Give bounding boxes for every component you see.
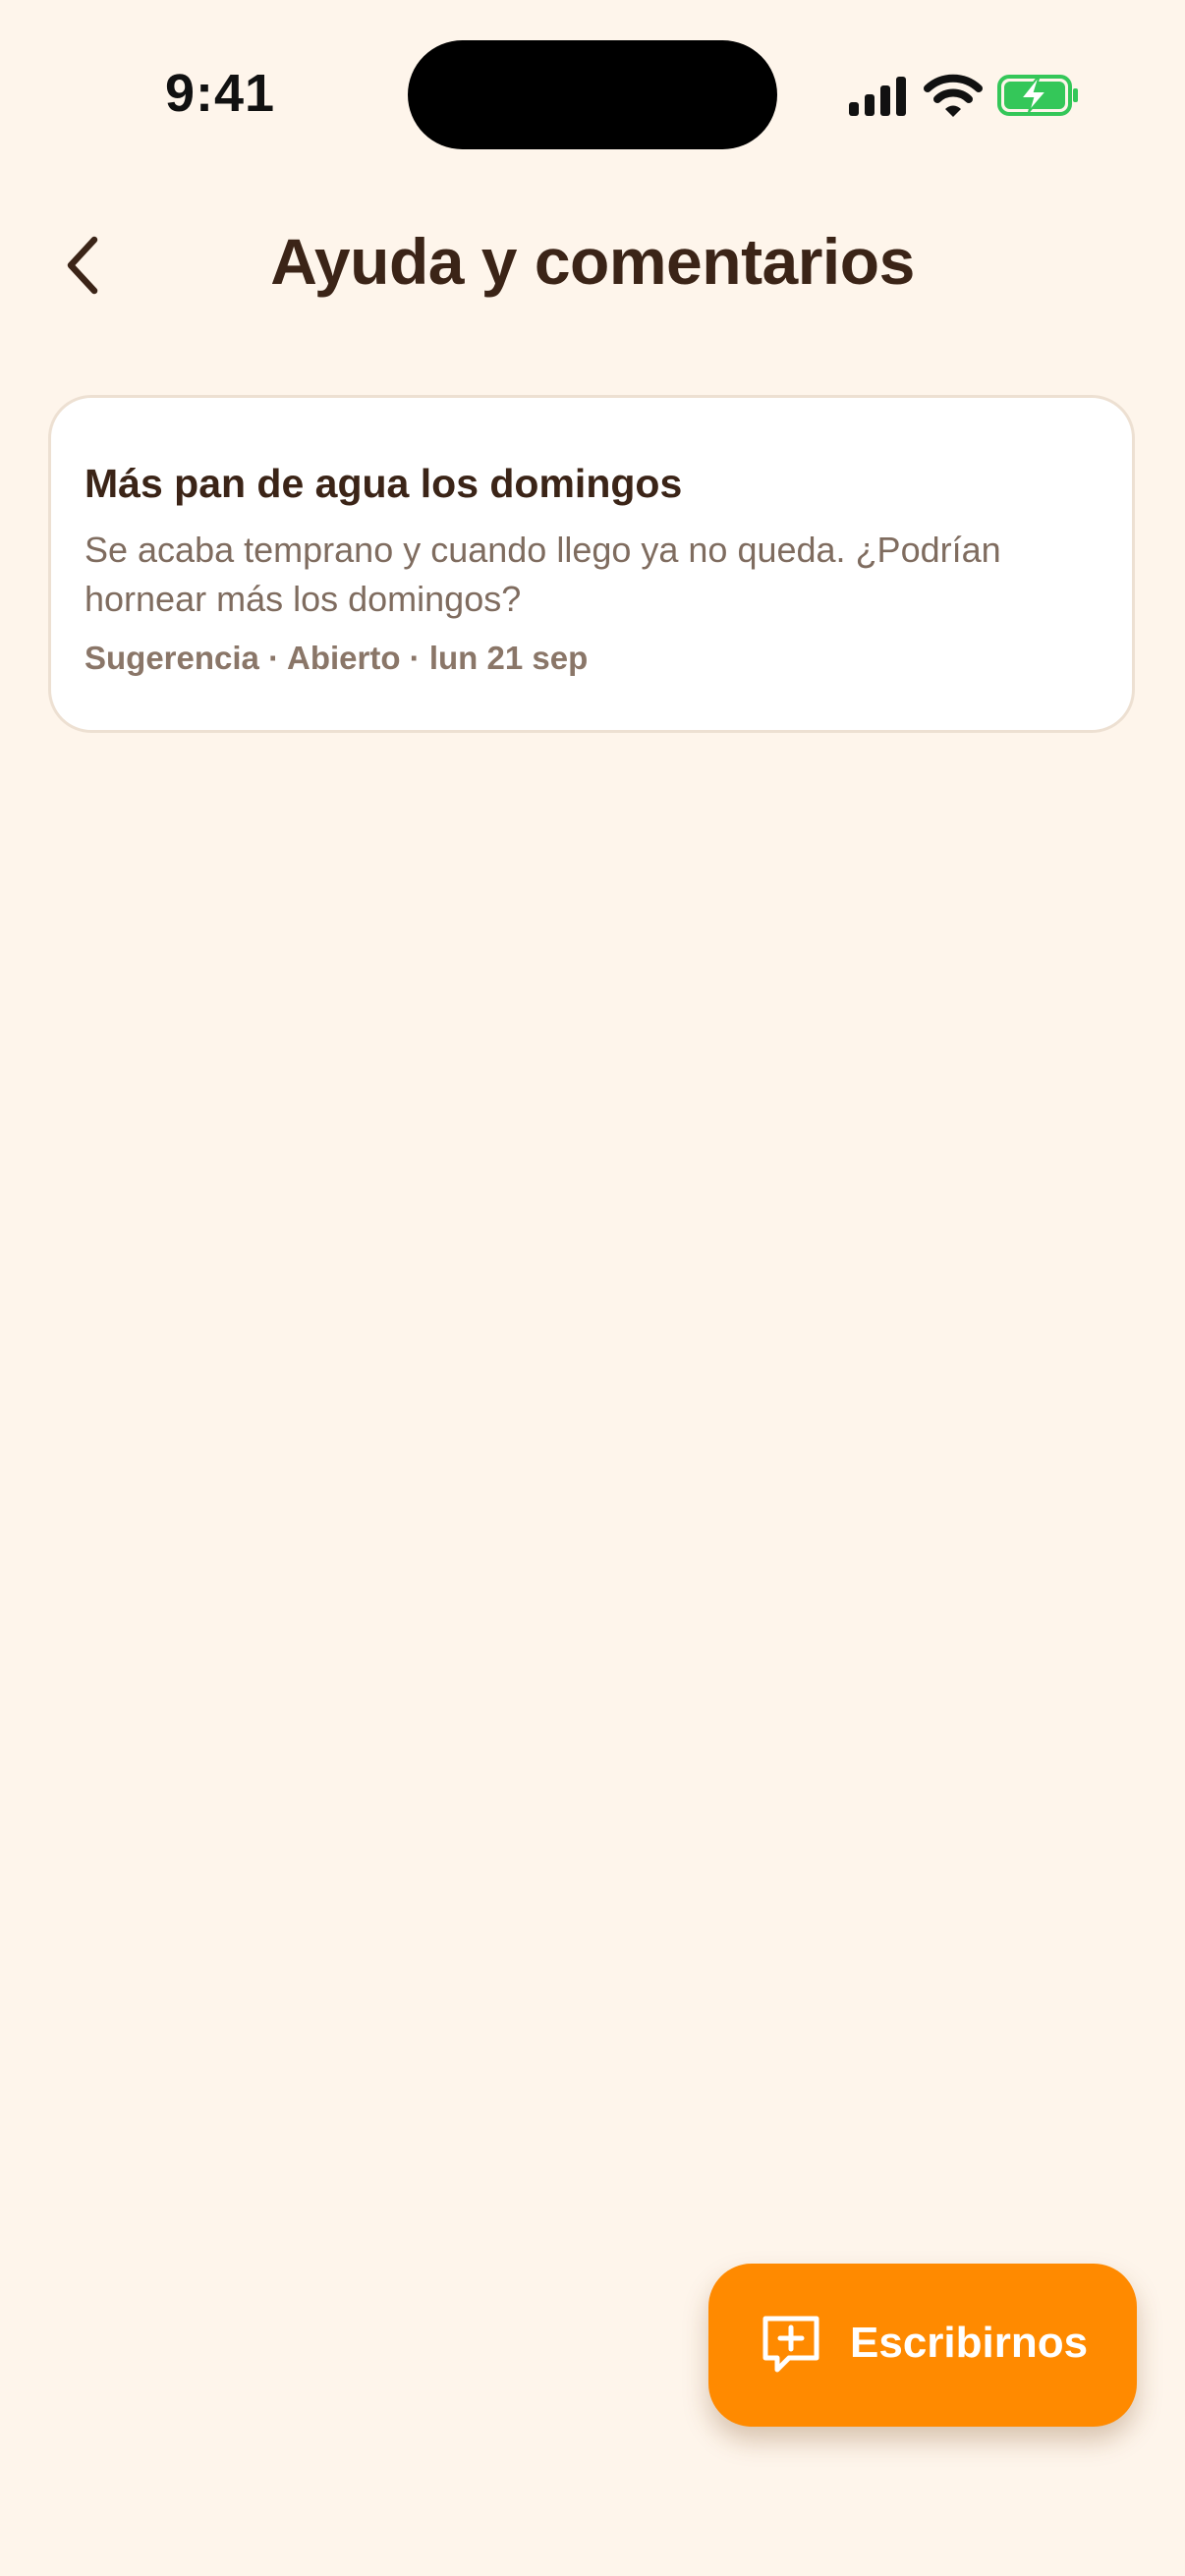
page-title: Ayuda y comentarios bbox=[270, 225, 915, 298]
signal-icon bbox=[849, 77, 906, 116]
battery-charging-icon bbox=[997, 75, 1078, 116]
status-time: 9:41 bbox=[165, 64, 276, 123]
write-us-label: Escribirnos bbox=[850, 2319, 1089, 2367]
header: Ayuda y comentarios bbox=[0, 196, 1185, 334]
ticket-body: Se acaba temprano y cuando llego ya no q… bbox=[85, 530, 1001, 619]
status-bar: 9:41 bbox=[0, 0, 1185, 187]
ticket-card[interactable]: Más pan de agua los domingos Se acaba te… bbox=[48, 395, 1135, 733]
wifi-icon bbox=[924, 74, 983, 117]
dynamic-island bbox=[408, 40, 777, 149]
ticket-title: Más pan de agua los domingos bbox=[85, 461, 683, 506]
ticket-meta: Sugerencia · Abierto · lun 21 sep bbox=[85, 640, 589, 676]
write-us-button[interactable]: Escribirnos bbox=[708, 2264, 1137, 2427]
message-plus-icon bbox=[762, 2316, 819, 2373]
